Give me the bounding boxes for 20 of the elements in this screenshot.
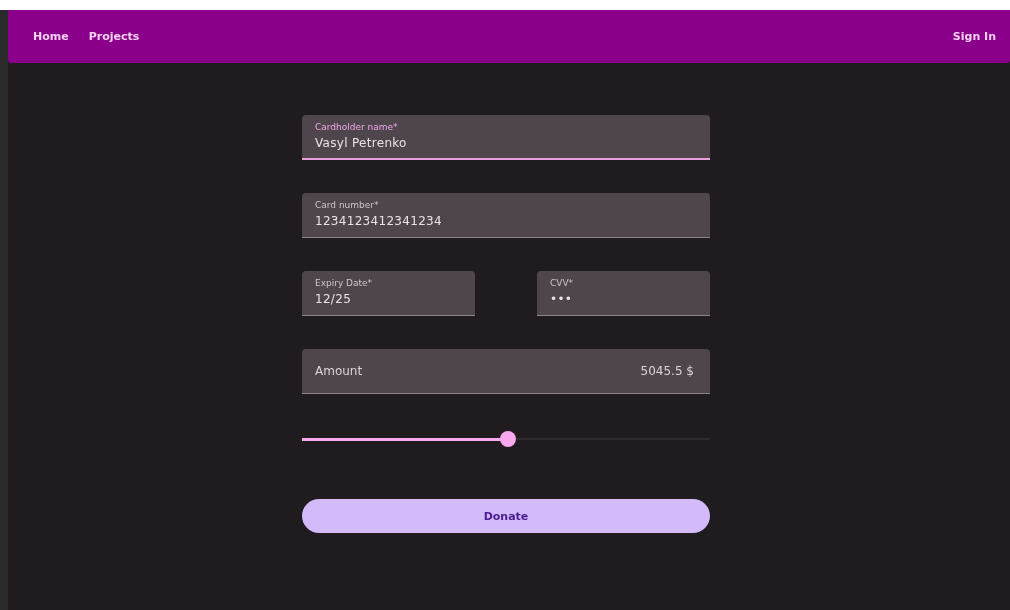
field-value: Vasyl Petrenko <box>315 136 408 150</box>
donate-button[interactable]: Donate <box>302 499 710 533</box>
input-field[interactable]: Expiry Date* 12/25 <box>302 271 475 316</box>
field-label: Card number* <box>315 199 380 211</box>
field-label: CVV* <box>550 277 575 289</box>
field-value: 12/25 <box>315 292 353 306</box>
input-field[interactable]: Cardholder name* Vasyl Petrenko <box>302 115 710 160</box>
field-label: Cardholder name* <box>315 121 399 133</box>
input-field[interactable]: Card number* 1234123412341234 <box>302 193 710 238</box>
sign-in-link[interactable]: Sign In <box>952 30 996 43</box>
field-label: Expiry Date* <box>315 277 374 289</box>
field-value: ••• <box>550 292 574 306</box>
amount-field[interactable]: Amount 5045.5 $ <box>302 349 710 394</box>
nav-link[interactable]: Projects <box>88 30 140 43</box>
nav-link[interactable]: Home <box>33 30 69 43</box>
field-value: 5045.5 $ <box>640 364 694 378</box>
slider-thumb[interactable] <box>500 431 517 447</box>
input-field[interactable]: CVV* ••• <box>537 271 710 316</box>
field-value: 1234123412341234 <box>315 214 443 228</box>
field-label: Amount <box>315 364 363 378</box>
